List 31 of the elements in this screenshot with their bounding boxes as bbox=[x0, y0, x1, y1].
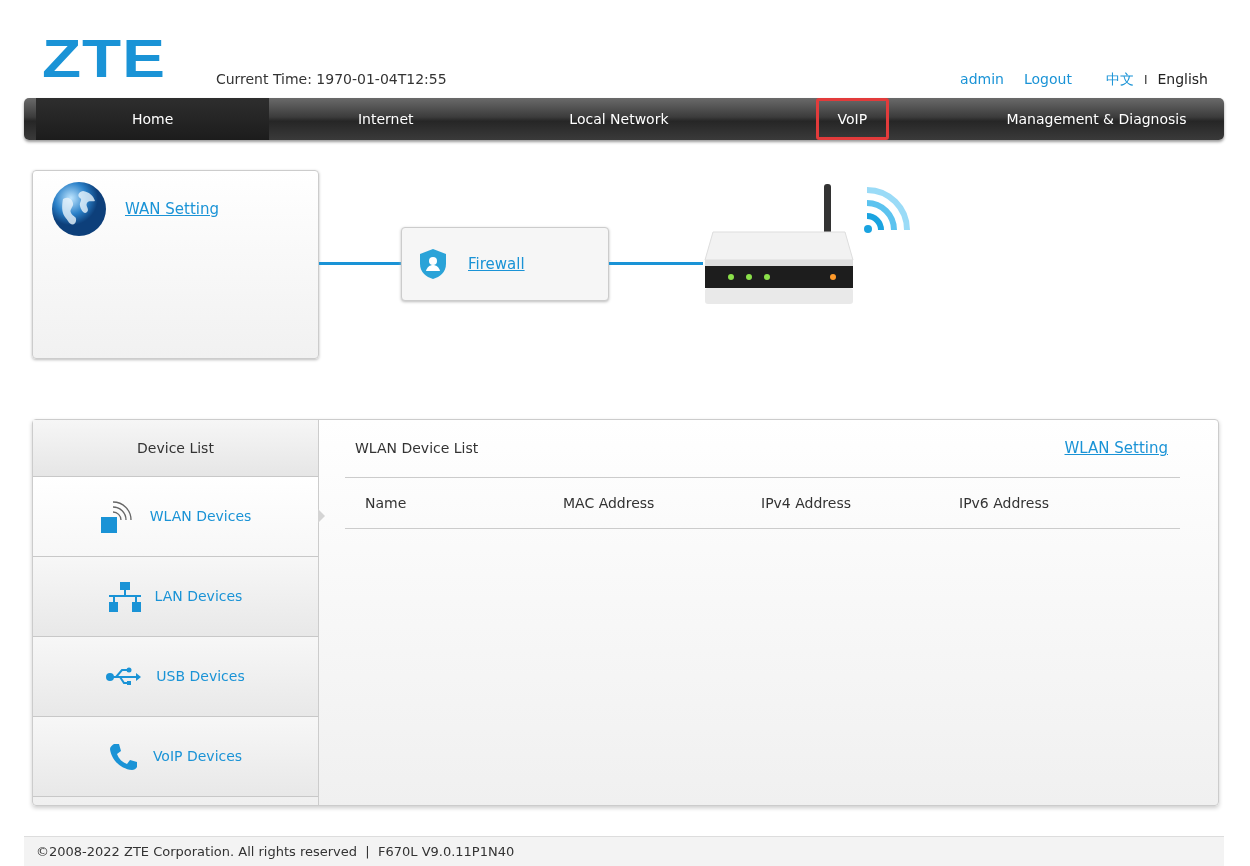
device-list-heading: Device List bbox=[33, 420, 318, 477]
nav-tab[interactable]: Internet bbox=[269, 98, 503, 140]
column-header: IPv4 Address bbox=[761, 493, 852, 513]
usb-icon bbox=[106, 665, 143, 688]
network-tree-icon bbox=[108, 581, 141, 612]
current-time: Current Time: 1970-01-04T12:55 bbox=[215, 70, 447, 89]
shield-icon bbox=[418, 248, 448, 280]
nav-tab[interactable]: Home bbox=[36, 98, 270, 140]
globe-icon bbox=[51, 181, 107, 237]
panel-title: WLAN Device List bbox=[355, 439, 479, 458]
language-link[interactable]: English bbox=[1157, 69, 1208, 90]
column-header: MAC Address bbox=[563, 493, 656, 513]
zte-logo: ZTE bbox=[42, 30, 166, 86]
phone-icon bbox=[108, 741, 139, 772]
language-separator: I bbox=[1143, 71, 1148, 89]
firewall-link[interactable]: Firewall bbox=[468, 252, 525, 276]
nav-tab[interactable]: Local Network bbox=[502, 98, 736, 140]
device-category-item[interactable]: LAN Devices bbox=[33, 557, 318, 637]
column-header: IPv6 Address bbox=[959, 493, 1050, 513]
wifi-signal-icon bbox=[861, 186, 911, 236]
column-header: Name bbox=[365, 493, 408, 513]
nav-tab[interactable]: Management & Diagnosis bbox=[969, 98, 1224, 140]
device-category-item[interactable]: VoIP Devices bbox=[33, 717, 318, 797]
wan-setting-link[interactable]: WAN Setting bbox=[125, 198, 219, 221]
nav-tab[interactable]: VoIP bbox=[815, 98, 889, 140]
device-category-item[interactable]: USB Devices bbox=[33, 637, 318, 717]
logout-link[interactable]: Logout bbox=[1023, 69, 1072, 90]
wlan-setting-link[interactable]: WLAN Setting bbox=[1064, 437, 1168, 460]
footer-text: ©2008-2022 ZTE Corporation. All rights reserved | F670L V9.0.11P1N40 bbox=[36, 844, 515, 859]
user-link[interactable]: admin bbox=[960, 69, 1004, 90]
language-link[interactable]: 中文 bbox=[1105, 69, 1134, 90]
